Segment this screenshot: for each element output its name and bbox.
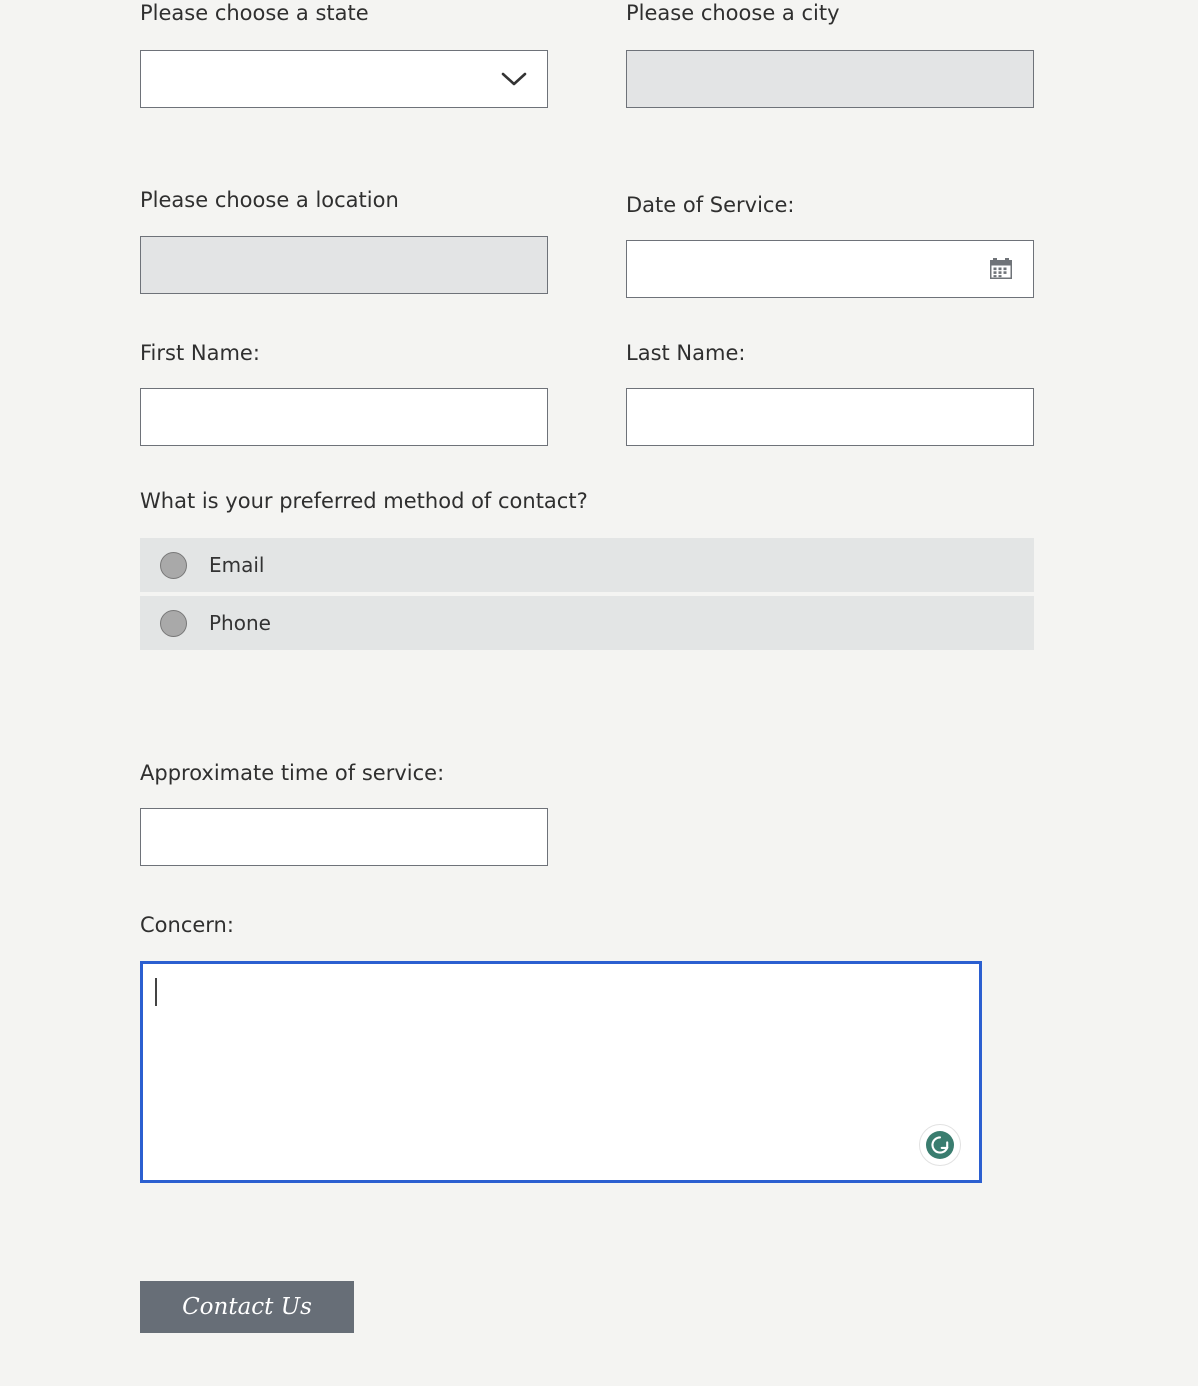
concern-label: Concern: <box>140 913 234 937</box>
radio-option-email[interactable]: Email <box>140 538 1034 592</box>
first-name-label: First Name: <box>140 341 260 365</box>
field-last-name: Last Name: <box>626 340 1034 446</box>
field-approximate-time: Approximate time of service: <box>140 760 1034 866</box>
city-label: Please choose a city <box>626 1 840 25</box>
last-name-label: Last Name: <box>626 341 746 365</box>
location-select[interactable] <box>140 236 548 294</box>
date-of-service-label: Date of Service: <box>626 193 795 217</box>
location-label: Please choose a location <box>140 188 399 212</box>
state-select[interactable] <box>140 50 548 108</box>
contact-method-options: Email Phone <box>140 538 1034 650</box>
first-name-input[interactable] <box>140 388 548 446</box>
field-city: Please choose a city <box>626 0 1034 108</box>
contact-method-label: What is your preferred method of contact… <box>140 489 588 513</box>
field-concern: Concern: <box>140 912 1034 1183</box>
radio-option-phone[interactable]: Phone <box>140 596 1034 650</box>
contact-form: Please choose a state Please choose a ci… <box>140 0 1034 1333</box>
form-row-location-date: Please choose a location Date of Service… <box>140 160 1034 308</box>
state-label: Please choose a state <box>140 1 369 25</box>
city-select[interactable] <box>626 50 1034 108</box>
field-state: Please choose a state <box>140 0 548 108</box>
chevron-down-icon <box>501 71 527 87</box>
radio-button-phone[interactable] <box>160 609 187 637</box>
grammarly-icon[interactable] <box>919 1124 961 1166</box>
radio-label-phone: Phone <box>209 611 271 635</box>
last-name-input[interactable] <box>626 388 1034 446</box>
approximate-time-input[interactable] <box>140 808 548 866</box>
date-of-service-input[interactable] <box>626 240 1034 298</box>
form-row-names: First Name: Last Name: <box>140 308 1034 458</box>
field-date-of-service: Date of Service: <box>626 192 1034 298</box>
form-row-state-city: Please choose a state Please choose a ci… <box>140 0 1034 160</box>
radio-button-email[interactable] <box>160 551 187 579</box>
field-location: Please choose a location <box>140 187 548 294</box>
radio-label-email: Email <box>209 553 265 577</box>
contact-us-button[interactable]: Contact Us <box>140 1281 354 1333</box>
text-cursor <box>155 978 157 1006</box>
approximate-time-label: Approximate time of service: <box>140 761 445 785</box>
concern-textarea[interactable] <box>140 961 982 1183</box>
field-first-name: First Name: <box>140 340 548 446</box>
calendar-icon[interactable] <box>989 257 1013 281</box>
contact-method-group: What is your preferred method of contact… <box>140 488 1034 650</box>
